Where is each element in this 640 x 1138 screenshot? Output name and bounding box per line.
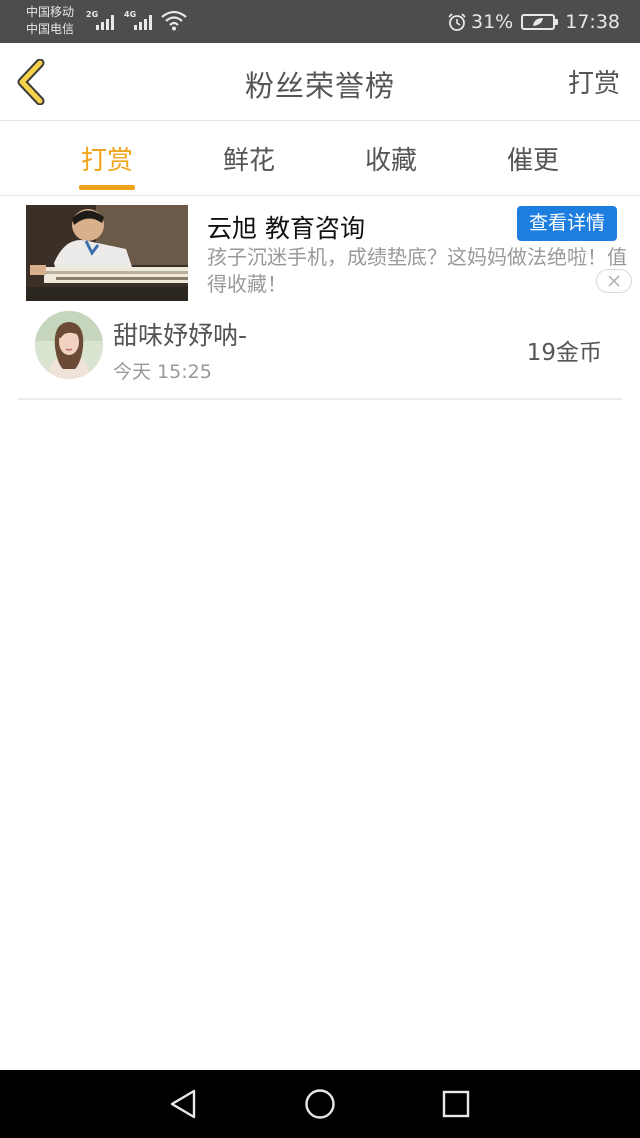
signal-bars-icon	[134, 14, 156, 30]
active-tab-indicator	[79, 185, 135, 190]
clock: 17:38	[565, 10, 620, 33]
avatar[interactable]	[35, 311, 103, 379]
tab-favorites[interactable]: 收藏	[356, 140, 426, 177]
tab-urge-update[interactable]: 催更	[498, 140, 568, 177]
ad-title[interactable]: 云旭 教育咨询	[207, 209, 365, 245]
ad-details-button[interactable]: 查看详情	[517, 206, 617, 241]
wifi-icon	[161, 10, 187, 31]
status-bar: 中国移动 中国电信 2G 4G 31% 17:38	[0, 0, 640, 43]
signal-bars-icon	[96, 14, 118, 30]
tab-bar: 打赏 鲜花 收藏 催更	[0, 122, 640, 196]
coin-amount: 19金币	[526, 340, 602, 366]
list-item[interactable]: 甜味妤妤呐- 今天 15:25 19金币	[18, 302, 622, 400]
alarm-icon	[448, 12, 466, 31]
header: 粉丝荣誉榜 打赏	[0, 43, 640, 121]
ad-banner[interactable]: 云旭 教育咨询 查看详情 孩子沉迷手机，成绩垫底？这妈妈做法绝啦！值得收藏！	[0, 197, 640, 302]
battery-icon	[521, 13, 559, 30]
ad-close-button[interactable]	[596, 269, 632, 293]
ad-image[interactable]	[26, 205, 188, 301]
user-name: 甜味妤妤呐-	[113, 321, 248, 350]
tab-flowers[interactable]: 鲜花	[214, 140, 284, 177]
ad-description[interactable]: 孩子沉迷手机，成绩垫底？这妈妈做法绝啦！值得收藏！	[207, 244, 627, 298]
page-title: 粉丝荣誉榜	[244, 69, 395, 103]
carrier-names: 中国移动 中国电信	[26, 4, 74, 38]
tab-tip[interactable]: 打赏	[72, 140, 142, 177]
circle-home-icon[interactable]	[300, 1084, 340, 1124]
carrier-2: 中国电信	[26, 22, 75, 36]
triangle-back-icon[interactable]	[164, 1084, 204, 1124]
carrier-1: 中国移动	[26, 5, 75, 19]
square-recents-icon[interactable]	[436, 1084, 476, 1124]
status-right: 31% 17:38	[447, 0, 620, 43]
timestamp: 今天 15:25	[113, 361, 212, 383]
tip-button[interactable]: 打赏	[568, 63, 620, 100]
system-nav-bar	[0, 1070, 640, 1138]
battery-percent: 31%	[471, 10, 514, 33]
close-icon	[608, 275, 620, 287]
